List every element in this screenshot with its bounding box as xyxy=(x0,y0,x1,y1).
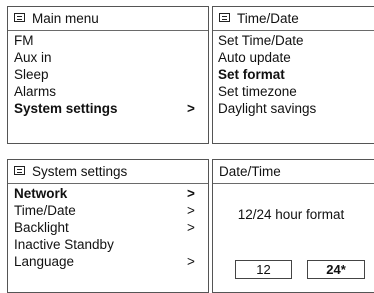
menu-item-inactive-standby[interactable]: Inactive Standby xyxy=(8,236,208,253)
menu-item-aux-in[interactable]: Aux in xyxy=(8,49,208,66)
menu-item-set-time-date[interactable]: Set Time/Date xyxy=(213,32,374,49)
system-settings-header: System settings xyxy=(8,160,208,184)
menu-item-fm[interactable]: FM xyxy=(8,32,208,49)
menu-item-system-settings[interactable]: System settings > xyxy=(8,100,208,117)
time-date-header: Time/Date xyxy=(213,7,374,31)
date-time-title: Date/Time xyxy=(219,164,281,179)
menu-item-label: Alarms xyxy=(14,84,57,99)
menu-item-set-timezone[interactable]: Set timezone xyxy=(213,83,374,100)
chevron-right-icon: > xyxy=(187,203,195,218)
menu-item-backlight[interactable]: Backlight > xyxy=(8,219,208,236)
menu-item-alarms[interactable]: Alarms xyxy=(8,83,208,100)
hour-format-prompt: 12/24 hour format xyxy=(237,207,345,222)
menu-item-label: Backlight xyxy=(14,220,69,235)
menu-icon xyxy=(219,13,230,22)
chevron-right-icon: > xyxy=(187,186,195,201)
menu-item-network[interactable]: Network > xyxy=(8,185,208,202)
menu-item-set-format[interactable]: Set format xyxy=(213,66,374,83)
main-menu-list: FM Aux in Sleep Alarms System settings > xyxy=(8,32,208,117)
main-menu-title: Main menu xyxy=(32,11,99,26)
chevron-right-icon: > xyxy=(187,220,195,235)
menu-icon xyxy=(14,166,25,175)
time-date-title: Time/Date xyxy=(237,11,299,26)
menu-item-label: Language xyxy=(14,254,75,269)
menu-item-label: Auto update xyxy=(218,50,291,65)
menu-item-label: Daylight savings xyxy=(218,101,317,116)
main-menu-header: Main menu xyxy=(8,7,208,31)
time-date-panel: Time/Date Set Time/Date Auto update Set … xyxy=(212,6,374,144)
system-settings-panel: System settings Network > Time/Date > Ba… xyxy=(7,159,209,293)
menu-item-label: Set Time/Date xyxy=(218,33,304,48)
menu-item-label: Set format xyxy=(218,67,285,82)
menu-item-label: FM xyxy=(14,33,34,48)
menu-item-label: Aux in xyxy=(14,50,52,65)
menu-item-sleep[interactable]: Sleep xyxy=(8,66,208,83)
chevron-right-icon: > xyxy=(187,254,195,269)
time-date-list: Set Time/Date Auto update Set format Set… xyxy=(213,32,374,117)
date-time-format-panel: Date/Time 12/24 hour format 12 24* xyxy=(212,159,374,293)
menu-item-label: Sleep xyxy=(14,67,49,82)
menu-item-language[interactable]: Language > xyxy=(8,253,208,270)
menu-item-label: Time/Date xyxy=(14,203,76,218)
menu-item-label: Set timezone xyxy=(218,84,297,99)
menu-item-label: System settings xyxy=(14,101,118,116)
menu-icon xyxy=(14,13,25,22)
menu-item-label: Inactive Standby xyxy=(14,237,114,252)
system-settings-list: Network > Time/Date > Backlight > Inacti… xyxy=(8,185,208,270)
main-menu-panel: Main menu FM Aux in Sleep Alarms System … xyxy=(7,6,209,144)
option-24-hour-button[interactable]: 24* xyxy=(307,260,365,279)
option-12-hour-button[interactable]: 12 xyxy=(235,260,292,279)
system-settings-title: System settings xyxy=(32,164,128,179)
chevron-right-icon: > xyxy=(187,101,195,116)
menu-item-time-date[interactable]: Time/Date > xyxy=(8,202,208,219)
menu-item-auto-update[interactable]: Auto update xyxy=(213,49,374,66)
date-time-header: Date/Time xyxy=(213,160,374,184)
menu-item-daylight-savings[interactable]: Daylight savings xyxy=(213,100,374,117)
menu-item-label: Network xyxy=(14,186,68,201)
